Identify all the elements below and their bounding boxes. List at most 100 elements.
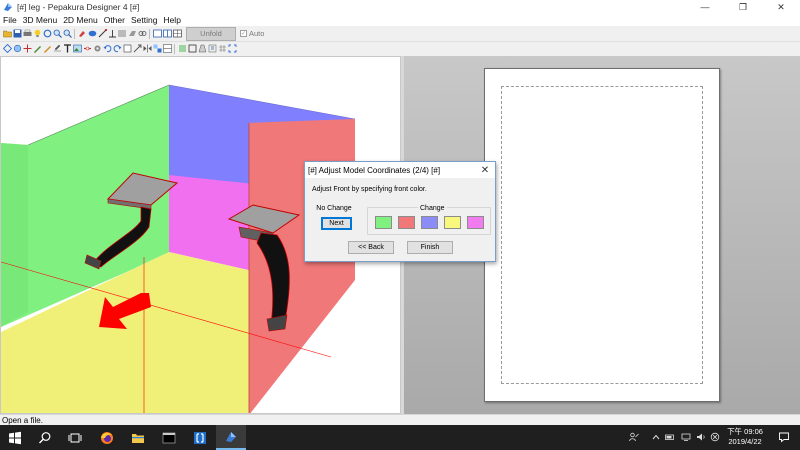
redo-icon[interactable] bbox=[113, 44, 122, 53]
network-icon[interactable] bbox=[680, 431, 692, 443]
title-bar: [#] leg - Pepakura Designer 4 [#] — ❐ ✕ bbox=[0, 0, 800, 14]
swatch-magenta-button[interactable] bbox=[467, 216, 484, 229]
flip-icon[interactable] bbox=[143, 44, 152, 53]
menu-file[interactable]: File bbox=[0, 14, 20, 26]
texture-icon[interactable] bbox=[88, 29, 97, 38]
change-group: Change bbox=[367, 205, 491, 235]
undo-icon[interactable] bbox=[103, 44, 112, 53]
auto-label: Auto bbox=[249, 29, 265, 38]
clock-time: 下午 09:06 bbox=[727, 427, 763, 436]
menu-2d[interactable]: 2D Menu bbox=[60, 14, 101, 26]
unfold-button[interactable]: Unfold bbox=[186, 26, 236, 41]
maximize-button[interactable]: ❐ bbox=[724, 0, 762, 14]
print-margin bbox=[501, 86, 703, 384]
axis-icon[interactable] bbox=[108, 29, 117, 38]
task-view-button[interactable] bbox=[60, 425, 90, 450]
rotate-icon[interactable] bbox=[43, 29, 52, 38]
swatch-blue-button[interactable] bbox=[421, 216, 438, 229]
show-grid-icon[interactable] bbox=[218, 44, 227, 53]
open-file-icon[interactable] bbox=[2, 29, 12, 38]
dialog-title-bar[interactable]: [#] Adjust Model Coordinates (2/4) [#] ✕ bbox=[305, 162, 495, 178]
show-flaps-icon[interactable] bbox=[198, 44, 207, 53]
chevron-up-icon[interactable] bbox=[650, 431, 662, 443]
change-label: Change bbox=[418, 205, 447, 212]
taskbar-pepakura[interactable] bbox=[216, 425, 246, 450]
people-icon[interactable] bbox=[628, 431, 640, 443]
select-icon[interactable] bbox=[13, 44, 22, 53]
taskbar-firefox[interactable] bbox=[92, 425, 122, 450]
flap-icon[interactable] bbox=[128, 29, 137, 38]
paint-icon[interactable] bbox=[78, 29, 87, 38]
notification-icon[interactable] bbox=[778, 431, 790, 443]
swatch-yellow-button[interactable] bbox=[444, 216, 461, 229]
swatch-red-button[interactable] bbox=[398, 216, 415, 229]
battery-icon[interactable] bbox=[664, 431, 676, 443]
move-icon[interactable] bbox=[23, 44, 32, 53]
menu-3d[interactable]: 3D Menu bbox=[20, 14, 61, 26]
minimize-button[interactable]: — bbox=[686, 0, 724, 14]
swatch-green-button[interactable] bbox=[375, 216, 392, 229]
link-icon[interactable] bbox=[138, 29, 147, 38]
save-icon[interactable] bbox=[13, 29, 22, 38]
arrange-icon[interactable] bbox=[153, 44, 162, 53]
single-view-icon[interactable] bbox=[152, 29, 162, 38]
taskbar-file-explorer[interactable] bbox=[123, 425, 153, 450]
search-icon bbox=[39, 431, 51, 443]
fit-view-icon[interactable] bbox=[228, 44, 237, 53]
window-controls: — ❐ ✕ bbox=[686, 0, 800, 14]
dialog-close-button[interactable]: ✕ bbox=[475, 162, 495, 178]
edge-icon[interactable] bbox=[98, 29, 107, 38]
toolbar-separator bbox=[74, 28, 75, 39]
menu-setting[interactable]: Setting bbox=[128, 14, 160, 26]
add-part-icon[interactable] bbox=[123, 44, 132, 53]
gear-icon[interactable] bbox=[93, 44, 102, 53]
zoom-out-icon[interactable] bbox=[63, 29, 72, 38]
taskbar-clock[interactable]: 下午 09:06 2019/4/22 bbox=[720, 427, 770, 447]
cube-left-face-lower bbox=[1, 143, 28, 327]
grid-view-icon[interactable] bbox=[172, 29, 182, 38]
toolbar-separator bbox=[149, 28, 150, 39]
fold-lines-icon[interactable] bbox=[118, 29, 127, 38]
toolbar-separator bbox=[174, 43, 175, 54]
scale-icon[interactable] bbox=[133, 44, 142, 53]
status-text: Open a file. bbox=[2, 415, 43, 425]
paper-sheet[interactable] bbox=[484, 68, 720, 402]
image-icon[interactable] bbox=[72, 44, 82, 53]
show-faces-icon[interactable] bbox=[178, 44, 187, 53]
text-icon[interactable] bbox=[63, 44, 72, 53]
close-button[interactable]: ✕ bbox=[762, 0, 800, 14]
taskbar-terminal[interactable] bbox=[154, 425, 184, 450]
search-button[interactable] bbox=[30, 425, 60, 450]
menu-help[interactable]: Help bbox=[160, 14, 183, 26]
volume-icon[interactable] bbox=[695, 431, 707, 443]
checkmark-icon: ✓ bbox=[240, 30, 247, 37]
join-icon[interactable] bbox=[83, 44, 92, 53]
firefox-icon bbox=[101, 431, 113, 444]
menu-other[interactable]: Other bbox=[101, 14, 128, 26]
windows-taskbar: 下午 09:06 2019/4/22 bbox=[0, 425, 800, 450]
back-button[interactable]: << Back bbox=[348, 241, 394, 254]
terminal-icon bbox=[162, 432, 176, 443]
folder-icon bbox=[132, 433, 144, 443]
show-numbers-icon[interactable] bbox=[208, 44, 217, 53]
finish-button[interactable]: Finish bbox=[407, 241, 453, 254]
adjust-coordinates-dialog: [#] Adjust Model Coordinates (2/4) [#] ✕… bbox=[304, 161, 496, 262]
pencil-icon[interactable] bbox=[43, 44, 52, 53]
pepakura-app-icon bbox=[4, 3, 12, 11]
pen-icon[interactable] bbox=[33, 44, 42, 53]
next-button[interactable]: Next bbox=[321, 217, 352, 230]
no-change-group: No Change Next bbox=[312, 205, 356, 235]
start-button[interactable] bbox=[0, 425, 30, 450]
layout-icon[interactable] bbox=[162, 44, 172, 53]
print-icon[interactable] bbox=[23, 29, 32, 38]
show-edges-icon[interactable] bbox=[188, 44, 197, 53]
split-view-icon[interactable] bbox=[162, 29, 172, 38]
rotate-view-icon[interactable] bbox=[2, 44, 12, 53]
bracket-app-icon bbox=[194, 431, 206, 444]
taskbar-remote-app[interactable] bbox=[185, 425, 215, 450]
auto-checkbox[interactable]: ✓ Auto bbox=[240, 29, 264, 38]
edit-icon[interactable] bbox=[53, 44, 62, 53]
zoom-in-icon[interactable] bbox=[53, 29, 62, 38]
lightbulb-icon[interactable] bbox=[33, 29, 42, 38]
status-bar: Open a file. bbox=[0, 414, 800, 425]
